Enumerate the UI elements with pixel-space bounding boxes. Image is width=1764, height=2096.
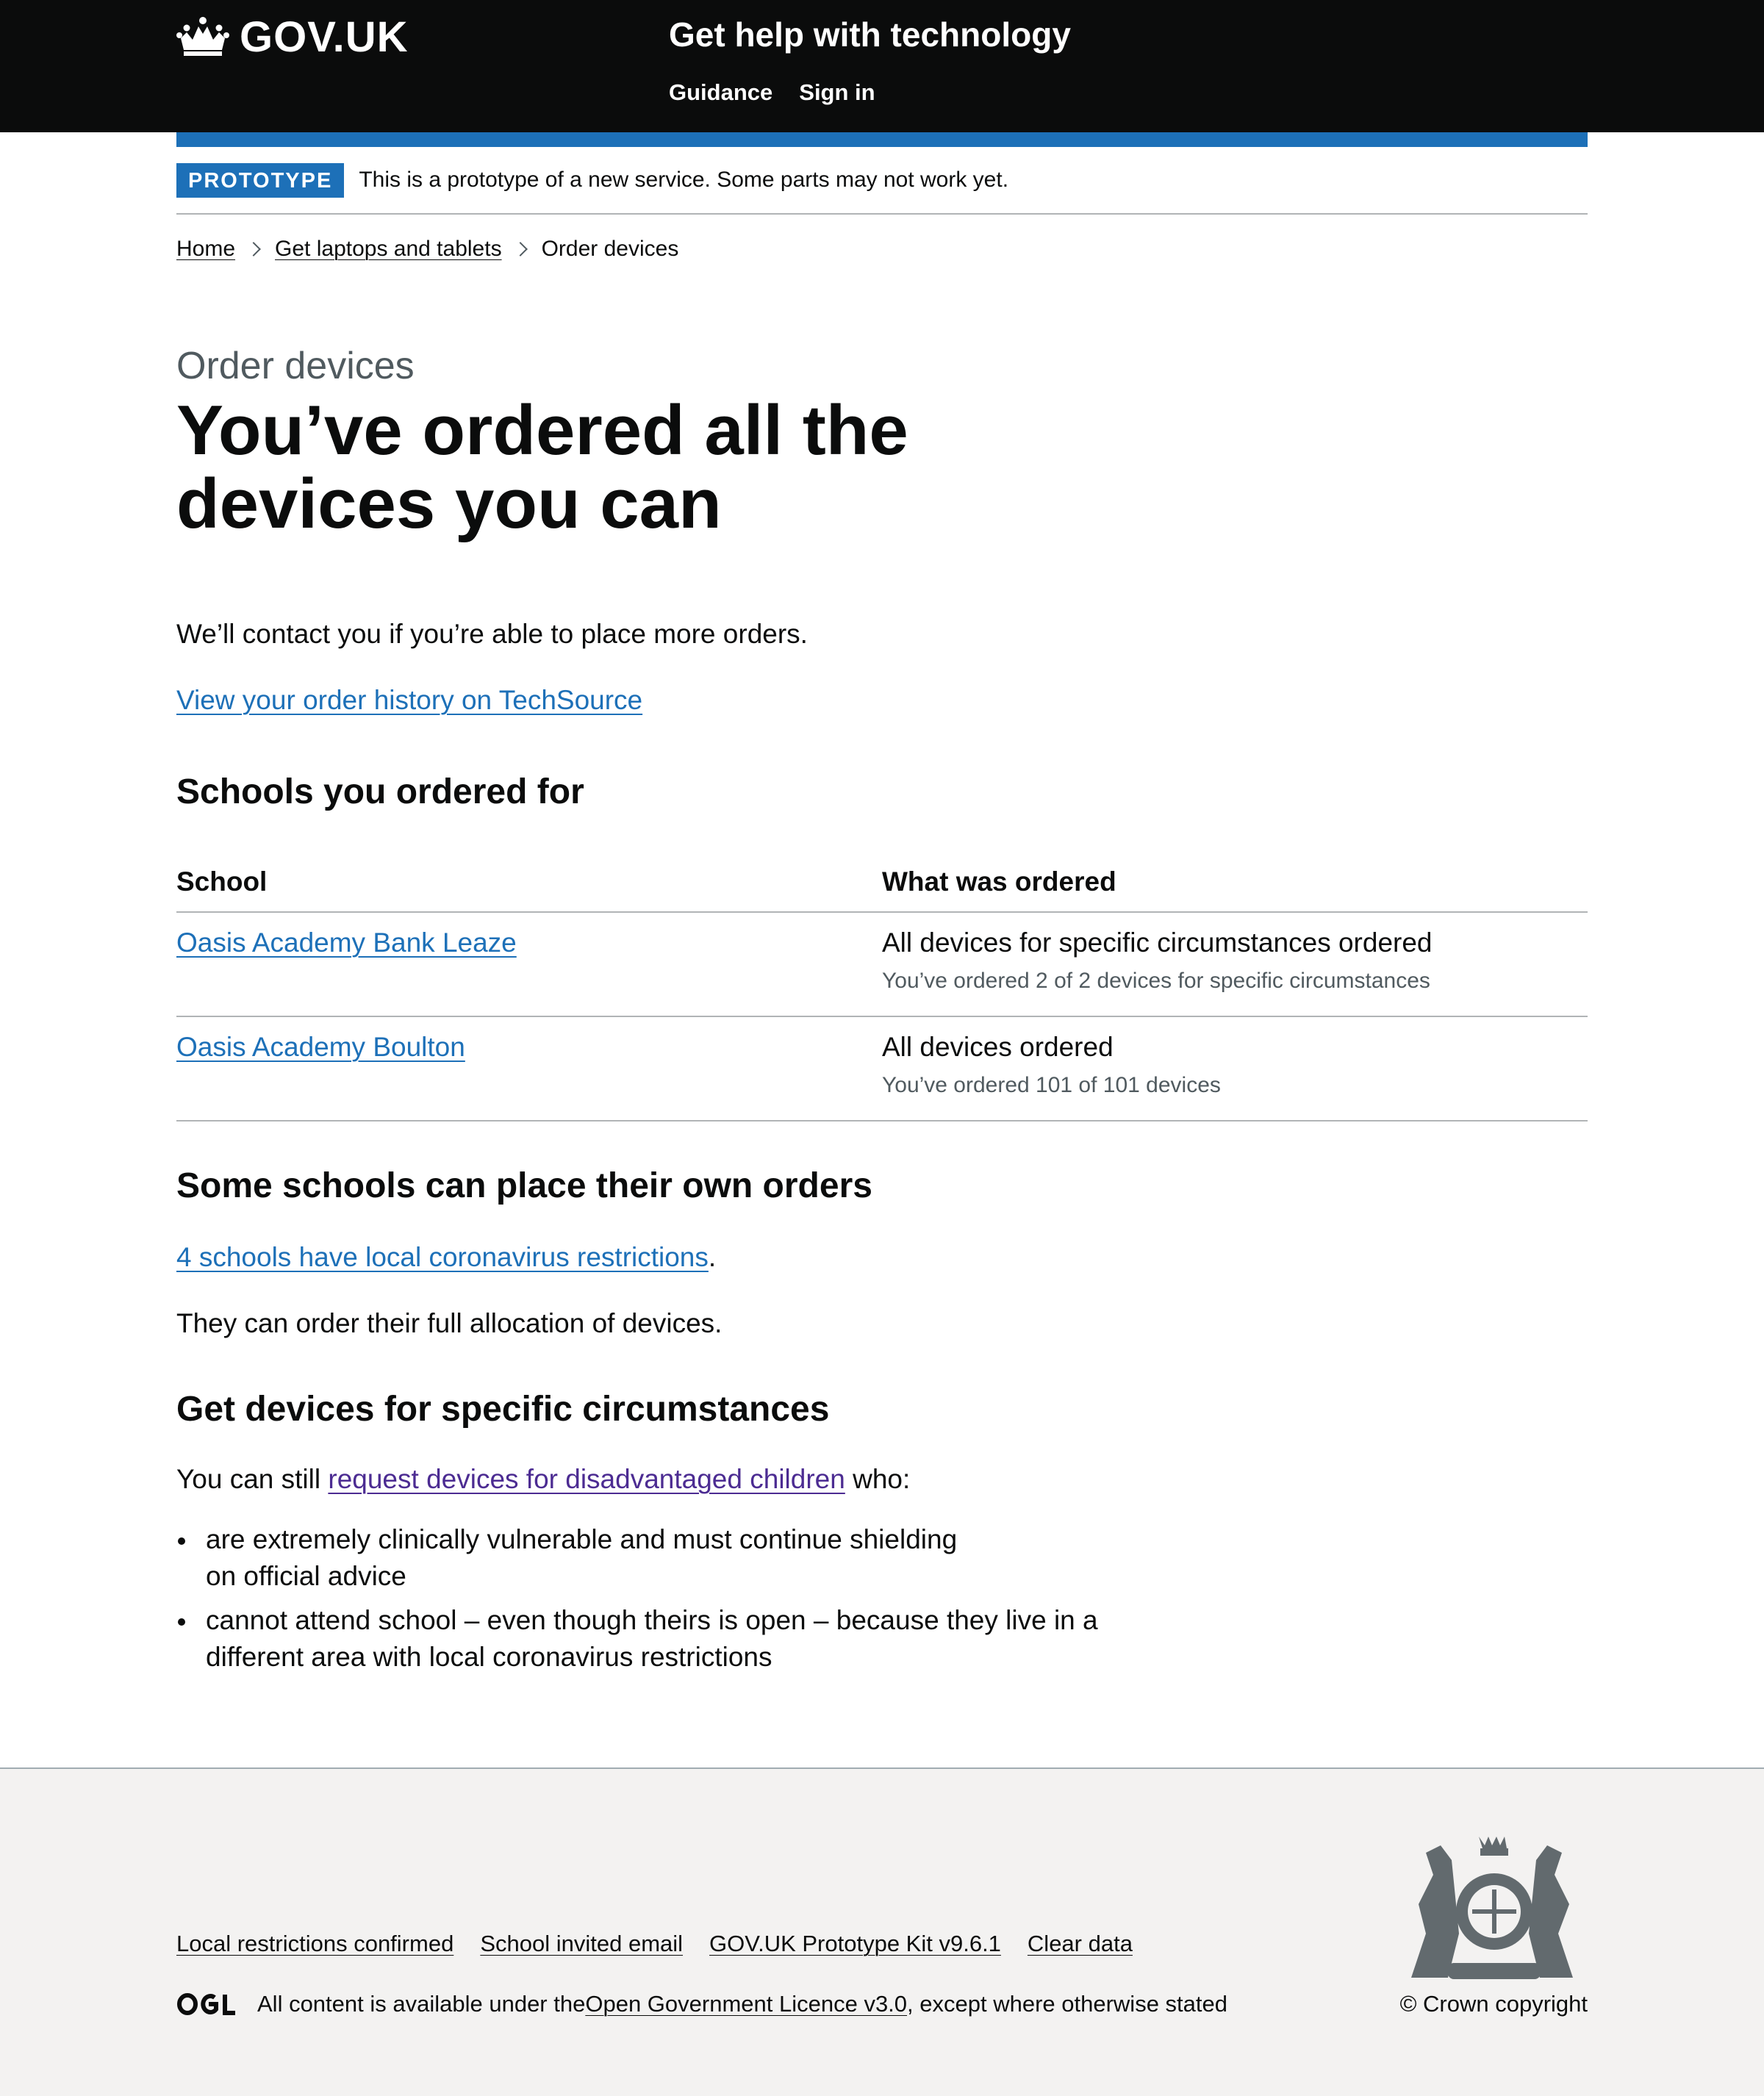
intro-suffix: who: — [845, 1464, 911, 1494]
breadcrumb-current: Order devices — [541, 237, 679, 261]
table-row: Oasis Academy Boulton All devices ordere… — [176, 1017, 1588, 1121]
page-title-line-2: devices you can — [176, 464, 722, 543]
order-detail: You’ve ordered 101 of 101 devices — [882, 1073, 1221, 1097]
order-status: All devices ordered — [882, 1032, 1114, 1062]
footer-link-clear-data[interactable]: Clear data — [1028, 1931, 1133, 1957]
order-history-link[interactable]: View your order history on TechSource — [176, 685, 642, 715]
logo-text: GOV.UK — [240, 12, 409, 61]
request-devices-link[interactable]: request devices for disadvantaged childr… — [328, 1464, 845, 1494]
ogl-licence-link[interactable]: Open Government Licence v3.0 — [585, 1991, 907, 2017]
nav-sign-in-link[interactable]: Sign in — [799, 79, 875, 106]
header-blue-bar — [176, 132, 1588, 147]
chevron-right-icon — [246, 242, 261, 256]
prototype-tag: PROTOTYPE — [176, 162, 345, 198]
breadcrumb: Home Get laptops and tablets Order devic… — [176, 237, 678, 262]
local-restrictions-link[interactable]: 4 schools have local coronavirus restric… — [176, 1242, 709, 1272]
footer-link-school-invited[interactable]: School invited email — [480, 1931, 683, 1957]
contact-text: We’ll contact you if you’re able to plac… — [176, 619, 808, 649]
own-orders-heading: Some schools can place their own orders — [176, 1166, 872, 1205]
intro-prefix: You can still — [176, 1464, 329, 1494]
footer-link-prototype-kit[interactable]: GOV.UK Prototype Kit v9.6.1 — [709, 1931, 1001, 1957]
footer-link-local-restrictions[interactable]: Local restrictions confirmed — [176, 1931, 453, 1957]
specific-circumstances-heading: Get devices for specific circumstances — [176, 1390, 830, 1429]
school-link[interactable]: Oasis Academy Boulton — [176, 1032, 465, 1062]
govuk-logo-link[interactable]: GOV.UK — [176, 12, 409, 61]
circumstances-list: are extremely clinically vulnerable and … — [176, 1521, 1132, 1683]
licence-suffix: , except where otherwise stated — [907, 1991, 1227, 2017]
chevron-right-icon — [512, 242, 528, 256]
phase-banner: PROTOTYPE This is a prototype of a new s… — [176, 147, 1588, 215]
table-header-row: School What was ordered — [176, 853, 1588, 913]
table-row: Oasis Academy Bank Leaze All devices for… — [176, 913, 1588, 1017]
page-title-line-1: You’ve ordered all the — [176, 391, 908, 470]
page-caption: Order devices — [176, 345, 415, 387]
order-detail: You’ve ordered 2 of 2 devices for specif… — [882, 969, 1430, 993]
site-header: GOV.UK Get help with technology Guidance… — [0, 0, 1764, 132]
column-header-school: School — [176, 866, 268, 897]
ogl-logo-icon — [177, 1993, 235, 2015]
footer-links: Local restrictions confirmed School invi… — [176, 1931, 1133, 1957]
phase-banner-text: This is a prototype of a new service. So… — [359, 168, 1009, 192]
header-navigation: Guidance Sign in — [669, 79, 875, 106]
crown-icon — [176, 17, 229, 56]
royal-crest-icon — [1411, 1837, 1573, 1979]
site-footer: Local restrictions confirmed School invi… — [0, 1767, 1764, 2096]
restrictions-link-suffix: . — [708, 1242, 717, 1272]
list-item: are extremely clinically vulnerable and … — [176, 1521, 985, 1595]
order-status: All devices for specific circumstances o… — [882, 927, 1433, 958]
nav-guidance-link[interactable]: Guidance — [669, 79, 772, 106]
breadcrumb-laptops-link[interactable]: Get laptops and tablets — [275, 237, 502, 262]
licence-statement: All content is available under the Open … — [176, 1991, 1227, 2017]
service-name-link[interactable]: Get help with technology — [669, 15, 1071, 54]
licence-prefix: All content is available under the — [257, 1991, 586, 2017]
full-allocation-text: They can order their full allocation of … — [176, 1308, 723, 1338]
page-title: You’ve ordered all the devices you can — [176, 394, 985, 541]
specific-circumstances-intro: You can still request devices for disadv… — [176, 1461, 910, 1498]
school-link[interactable]: Oasis Academy Bank Leaze — [176, 927, 517, 958]
crown-copyright-link[interactable]: © Crown copyright — [1400, 1991, 1588, 2017]
list-item: cannot attend school – even though their… — [176, 1602, 1102, 1676]
schools-heading: Schools you ordered for — [176, 772, 584, 811]
restrictions-paragraph: 4 schools have local coronavirus restric… — [176, 1239, 716, 1276]
column-header-what-ordered: What was ordered — [882, 866, 1116, 897]
schools-table: School What was ordered Oasis Academy Ba… — [176, 853, 1588, 1121]
breadcrumb-home-link[interactable]: Home — [176, 237, 235, 262]
